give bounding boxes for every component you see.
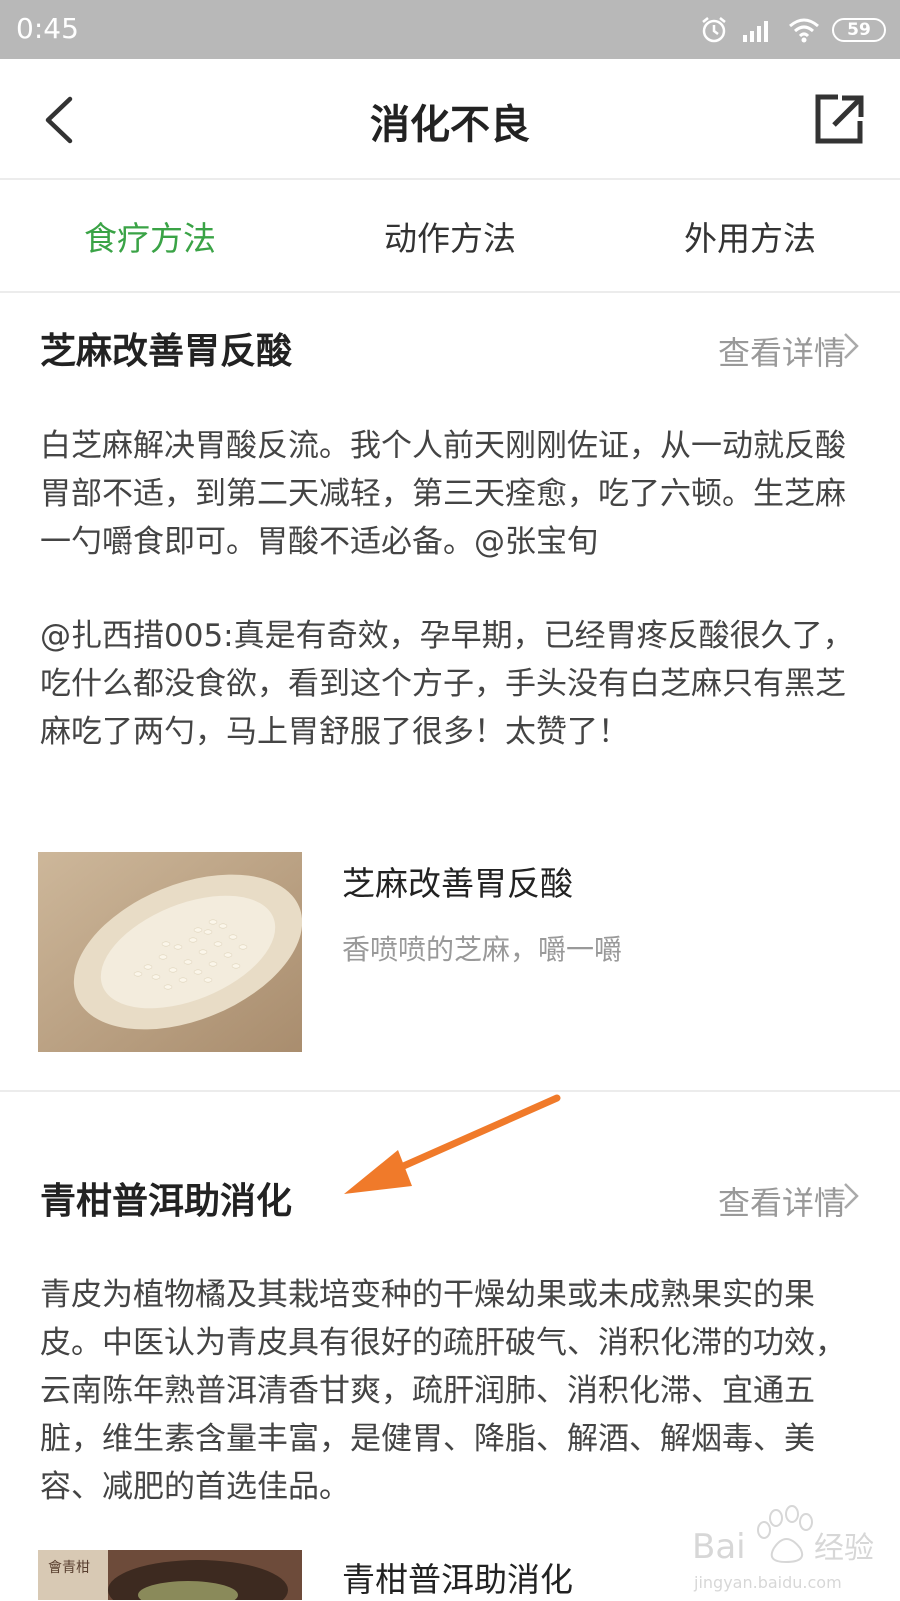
signal-icon — [743, 21, 768, 42]
tab-diet-therapy[interactable]: 食疗方法 — [0, 212, 300, 260]
card-paragraph: 青皮为植物橘及其栽培变种的干燥幼果或未成熟果实的果皮。中医认为青皮具有很好的疏肝… — [40, 1277, 846, 1505]
card-paragraph: @扎西措005:真是有奇效，孕早期，已经胃疼反酸很久了，吃什么都没食欲，看到这个… — [40, 618, 854, 750]
thumb-seal-text: 會青柑 — [48, 1560, 90, 1576]
battery-indicator: 59 — [832, 18, 886, 42]
tab-exercise-methods[interactable]: 动作方法 — [300, 212, 600, 260]
card-paragraph: 白芝麻解决胃酸反流。我个人前天刚刚佐证，从一动就反酸胃部不适，到第二天减轻，第三… — [40, 428, 846, 560]
watermark-brand: Bai — [692, 1527, 746, 1567]
chevron-right-icon[interactable] — [842, 331, 860, 361]
card-title: 芝麻改善胃反酸 — [40, 331, 293, 372]
card-title: 青柑普洱助消化 — [40, 1181, 293, 1222]
tea-image: 會青柑 — [38, 1550, 302, 1600]
tab-external-methods[interactable]: 外用方法 — [600, 212, 900, 260]
baidu-jingyan-watermark: Bai 经验 jingyan.baidu.com — [692, 1505, 874, 1592]
watermark-url: jingyan.baidu.com — [693, 1573, 842, 1592]
view-details-link[interactable]: 查看详情 — [718, 328, 846, 374]
tea-thumbnail[interactable]: 會青柑 — [38, 1550, 302, 1600]
watermark-brand-cn: 经验 — [814, 1531, 874, 1566]
recommendation-subtitle: 香喷喷的芝麻，嚼一嚼 — [342, 933, 623, 966]
recommendation-title[interactable]: 青柑普洱助消化 — [342, 1553, 573, 1601]
sesame-spoon-image — [38, 852, 302, 1052]
recommendation-title[interactable]: 芝麻改善胃反酸 — [342, 857, 573, 905]
annotation-arrow-icon — [344, 1094, 561, 1194]
alarm-icon — [702, 17, 726, 43]
status-icons: 59 — [686, 12, 886, 48]
share-icon[interactable] — [812, 93, 866, 147]
page-title: 消化不良 — [370, 102, 530, 148]
sesame-thumbnail[interactable] — [38, 852, 302, 1052]
wifi-icon — [789, 18, 819, 43]
nav-bar: 消化不良 — [0, 59, 900, 180]
status-time: 0:45 — [16, 12, 79, 45]
chevron-right-icon[interactable] — [842, 1181, 860, 1211]
view-details-link[interactable]: 查看详情 — [718, 1178, 846, 1224]
tab-bar: 食疗方法 动作方法 外用方法 — [0, 180, 900, 293]
status-bar: 0:45 59 — [0, 0, 900, 59]
